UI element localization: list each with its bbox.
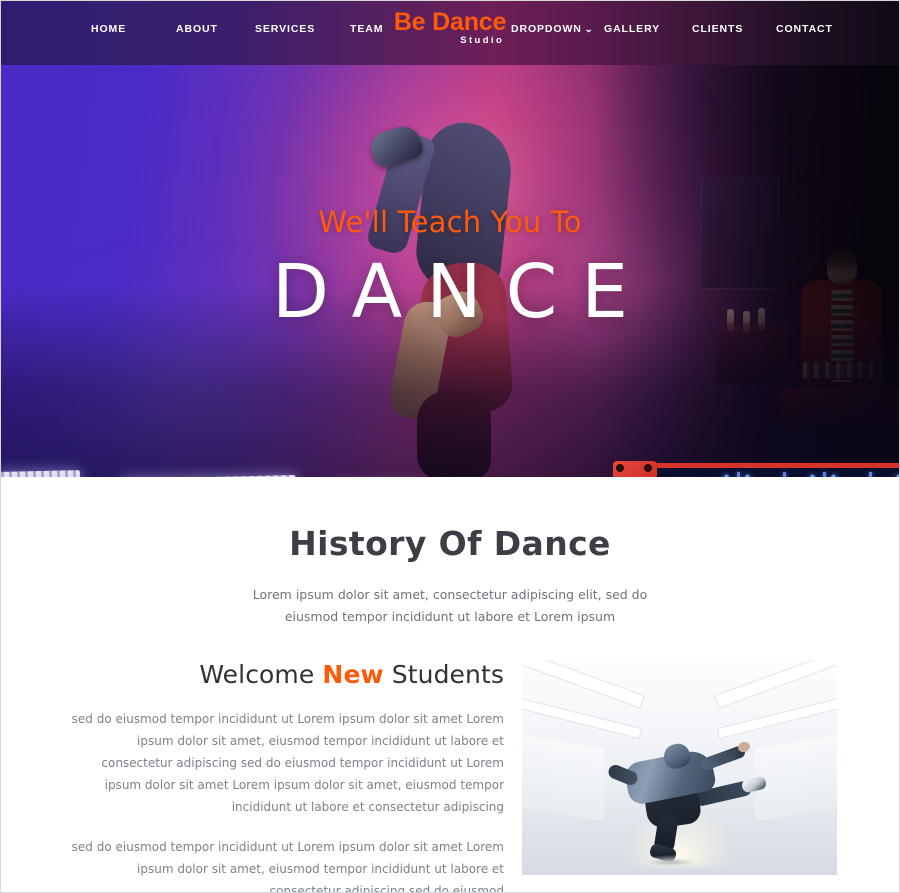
history-section: History Of Dance Lorem ipsum dolor sit a… <box>1 477 899 628</box>
stage-truss <box>609 461 899 477</box>
nav-item-gallery[interactable]: GALLERY <box>604 23 660 35</box>
truss-vertical <box>783 472 786 477</box>
brand-name: Be Dance <box>393 8 507 36</box>
truss-diagonal <box>704 474 730 477</box>
truss-diagonal <box>790 474 816 477</box>
nav-label-gallery: GALLERY <box>604 23 661 35</box>
hero-banner: We'll Teach You To DANCE <box>1 65 899 477</box>
truss-vertical <box>869 472 872 477</box>
nav-label-home: HOME <box>91 23 127 35</box>
hero-copy: We'll Teach You To DANCE <box>1 205 899 332</box>
truss-vertical <box>737 472 740 477</box>
truss-diagonal <box>876 474 899 477</box>
page-root: HOME ABOUT SERVICES TEAM DROPDOWN ⌄ GALLE… <box>0 0 900 893</box>
nav-item-team[interactable]: TEAM <box>350 23 383 35</box>
brand-logo-wrap: Be Dance Studio <box>1 9 899 48</box>
truss-diagonal <box>744 474 770 477</box>
hero-title: DANCE <box>271 249 653 335</box>
stage-led-bar <box>1 470 81 477</box>
welcome-text-column: Welcome New Students sed do eiusmod temp… <box>63 660 512 893</box>
welcome-photo <box>522 660 837 875</box>
photo-wall-right <box>755 735 837 822</box>
nav-label-about: ABOUT <box>176 23 218 35</box>
nav-item-home[interactable]: HOME <box>91 23 126 35</box>
hero-subtitle: We'll Teach You To <box>318 205 582 239</box>
welcome-image-column <box>522 660 837 875</box>
truss-end-cap <box>613 461 657 477</box>
truss-diagonal <box>830 474 856 477</box>
truss-vertical <box>823 472 826 477</box>
chevron-down-icon: ⌄ <box>583 24 595 34</box>
nav-item-dropdown[interactable]: DROPDOWN ⌄ <box>511 23 593 35</box>
welcome-heading-part1: Welcome <box>199 660 323 689</box>
nav-item-clients[interactable]: CLIENTS <box>692 23 743 35</box>
welcome-heading-part2: Students <box>383 660 504 689</box>
nav-label-services: SERVICES <box>255 23 316 35</box>
site-header: HOME ABOUT SERVICES TEAM DROPDOWN ⌄ GALLE… <box>1 1 899 65</box>
welcome-heading-accent: New <box>322 660 384 689</box>
nav-item-contact[interactable]: CONTACT <box>776 23 833 35</box>
nav-label-clients: CLIENTS <box>692 23 744 35</box>
nav-item-services[interactable]: SERVICES <box>255 23 315 35</box>
history-heading: History Of Dance <box>289 524 611 563</box>
truss-frame <box>643 463 899 477</box>
nav-label-team: TEAM <box>350 23 384 35</box>
history-description: Lorem ipsum dolor sit amet, consectetur … <box>252 587 648 624</box>
welcome-paragraph-1: sed do eiusmod tempor incididunt ut Lore… <box>71 712 504 814</box>
welcome-section: Welcome New Students sed do eiusmod temp… <box>1 660 899 893</box>
photo-wall-left <box>522 735 604 822</box>
brand-logo[interactable]: Be Dance Studio <box>393 8 507 47</box>
nav-item-about[interactable]: ABOUT <box>176 23 218 35</box>
welcome-heading: Welcome New Students <box>63 660 504 690</box>
nav-label-contact: CONTACT <box>776 23 833 35</box>
nav-label-dropdown: DROPDOWN <box>511 23 582 35</box>
welcome-paragraph-2: sed do eiusmod tempor incididunt ut Lore… <box>71 840 504 893</box>
main-navigation: HOME ABOUT SERVICES TEAM DROPDOWN ⌄ GALLE… <box>1 1 899 65</box>
